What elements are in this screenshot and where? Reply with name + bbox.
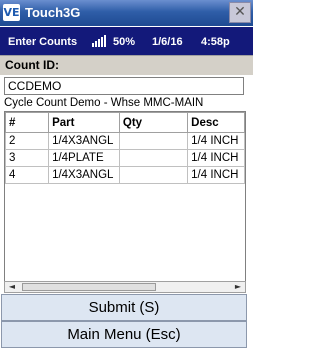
grid-header-row: # Part Qty Desc: [5, 112, 245, 133]
count-id-label: Count ID:: [0, 55, 253, 75]
status-date: 1/6/16: [152, 36, 183, 48]
part-cell: 1/4X3ANGL: [48, 132, 120, 150]
desc-cell: 1/4 INCH: [187, 166, 245, 184]
title-bar: VE Touch3G ✕: [0, 0, 253, 26]
desc-cell: 1/4 INCH: [187, 132, 245, 150]
row-number-cell: 3: [5, 149, 50, 167]
status-time: 4:58p: [201, 36, 230, 48]
column-header-desc[interactable]: Desc: [187, 112, 245, 133]
qty-cell[interactable]: [118, 149, 189, 167]
close-button[interactable]: ✕: [229, 2, 251, 23]
count-description: Cycle Count Demo - Whse MMC-MAIN: [4, 97, 204, 109]
count-id-input[interactable]: CCDEMO: [4, 77, 244, 95]
horizontal-scrollbar[interactable]: ◄ ►: [4, 281, 246, 293]
table-row[interactable]: 3 1/4PLATE 1/4 INCH: [5, 149, 245, 167]
table-row[interactable]: 2 1/4X3ANGL 1/4 INCH: [5, 132, 245, 150]
scroll-right-arrow-icon[interactable]: ►: [232, 282, 244, 292]
scroll-left-arrow-icon[interactable]: ◄: [6, 282, 18, 292]
part-cell: 1/4X3ANGL: [48, 166, 120, 184]
column-header-qty[interactable]: Qty: [118, 112, 189, 133]
desc-cell: 1/4 INCH: [187, 149, 245, 167]
qty-cell[interactable]: [118, 132, 189, 150]
table-row[interactable]: 4 1/4X3ANGL 1/4 INCH: [5, 166, 245, 184]
signal-strength-icon: [92, 35, 106, 47]
main-menu-button[interactable]: Main Menu (Esc): [1, 321, 247, 348]
column-header-number[interactable]: #: [5, 112, 50, 133]
row-number-cell: 2: [5, 132, 50, 150]
status-bar: Enter Counts 50% 1/6/16 4:58p: [0, 27, 253, 55]
scrollbar-thumb[interactable]: [22, 283, 156, 291]
part-cell: 1/4PLATE: [48, 149, 120, 167]
submit-button[interactable]: Submit (S): [1, 294, 247, 321]
battery-level: 50%: [113, 36, 136, 48]
window-title: Touch3G: [25, 5, 81, 20]
qty-cell[interactable]: [118, 166, 189, 184]
column-header-part[interactable]: Part: [48, 112, 120, 133]
count-grid[interactable]: # Part Qty Desc 2 1/4X3ANGL 1/4 INCH 3 1…: [4, 111, 246, 293]
screen-name: Enter Counts: [8, 36, 78, 48]
row-number-cell: 4: [5, 166, 50, 184]
app-logo-icon: VE: [3, 4, 20, 21]
